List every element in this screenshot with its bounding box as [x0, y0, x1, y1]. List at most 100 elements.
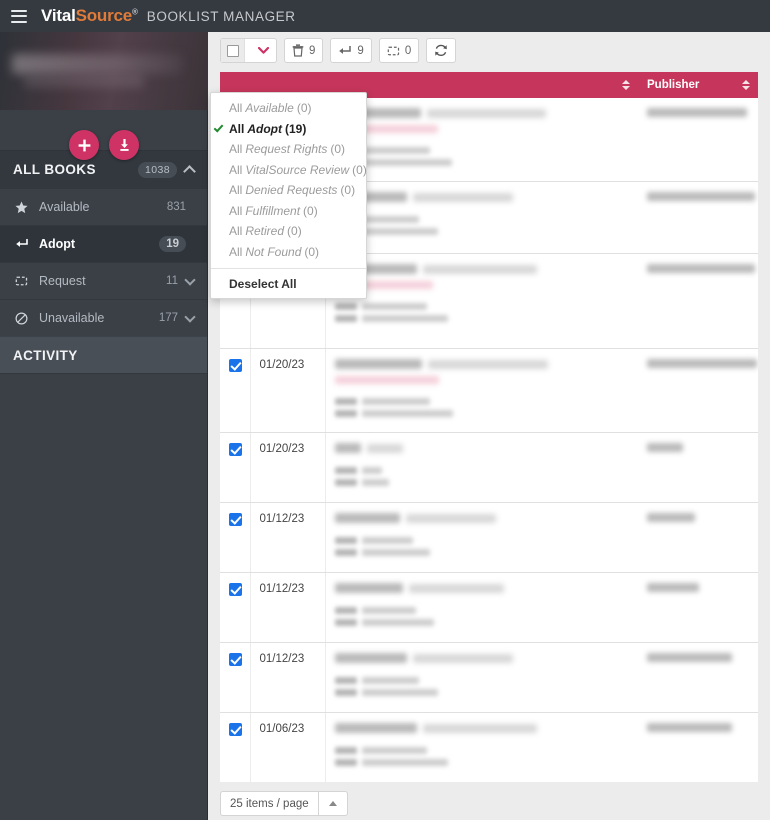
download-button[interactable]	[109, 130, 139, 160]
row-select-cell[interactable]	[220, 432, 251, 503]
row-title-cell[interactable]	[325, 642, 638, 713]
dropdown-item-retired[interactable]: All Retired (0)	[211, 221, 366, 242]
table-row[interactable]: 01/06/23	[220, 712, 758, 782]
request-icon	[13, 275, 30, 287]
row-publisher-redacted	[647, 583, 699, 592]
request-selected-button[interactable]: 0	[378, 38, 420, 63]
sidebar-item-adopt[interactable]: Adopt 19	[0, 225, 207, 262]
dropdown-item-prefix: All	[229, 121, 245, 136]
row-checkbox[interactable]	[229, 583, 242, 596]
row-publisher-redacted	[647, 723, 732, 732]
row-subtitle-redacted	[427, 359, 548, 369]
row-select-cell[interactable]	[220, 712, 251, 782]
institution-name-redacted	[12, 54, 182, 74]
delete-selected-button[interactable]: 9	[284, 38, 324, 63]
table-row[interactable]: 01/20/23	[220, 432, 758, 503]
checkbox-empty-icon[interactable]	[221, 39, 245, 62]
chevron-up-icon[interactable]	[183, 165, 196, 178]
chevron-down-icon[interactable]	[184, 310, 196, 323]
row-metadata-redacted	[334, 398, 630, 417]
dropdown-item-fulfillment[interactable]: All Fulfillment (0)	[211, 201, 366, 222]
row-date: 01/20/23	[259, 443, 305, 455]
dropdown-item-available[interactable]: All Available (0)	[211, 98, 366, 119]
row-checkbox[interactable]	[229, 359, 242, 372]
sidebar-item-count: 11	[166, 275, 178, 287]
select-all-dropdown-menu: All Available (0) All Adopt (19) All Request Ri…	[210, 92, 367, 299]
row-publisher-cell	[638, 642, 758, 713]
row-title-cell[interactable]	[325, 432, 638, 503]
row-title-cell[interactable]	[325, 181, 638, 254]
sidebar-item-count: 831	[166, 201, 186, 213]
brand-primary-text: Vital	[41, 6, 76, 25]
row-title-cell[interactable]	[325, 712, 638, 782]
activity-label: ACTIVITY	[13, 347, 78, 363]
hamburger-icon[interactable]	[11, 9, 27, 23]
refresh-icon	[435, 44, 448, 57]
dropdown-item-name: Denied Requests	[245, 183, 338, 198]
row-title-cell[interactable]	[325, 348, 638, 433]
sidebar-item-available[interactable]: Available 831	[0, 188, 207, 225]
items-per-page-button[interactable]: 25 items / page	[220, 791, 318, 816]
sidebar-section-activity[interactable]: ACTIVITY	[0, 336, 207, 374]
column-header-title[interactable]	[325, 72, 638, 98]
sort-toggle-title[interactable]	[622, 80, 630, 90]
dropdown-item-prefix: All	[229, 244, 243, 259]
dropdown-item-denied-requests[interactable]: All Denied Requests (0)	[211, 180, 366, 201]
row-subtitle-redacted	[405, 513, 496, 523]
dropdown-item-count: (0)	[304, 244, 320, 259]
dropdown-item-prefix: All	[229, 224, 243, 239]
sort-toggle-publisher[interactable]	[742, 80, 750, 90]
row-select-cell[interactable]	[220, 572, 251, 643]
dropdown-item-not-found[interactable]: All Not Found (0)	[211, 242, 366, 263]
row-publisher-cell	[638, 181, 758, 254]
row-publisher-cell	[638, 348, 758, 433]
table-row[interactable]: 01/12/23	[220, 572, 758, 643]
column-header-publisher[interactable]: Publisher	[638, 72, 758, 98]
row-title-cell[interactable]	[325, 502, 638, 573]
sidebar-item-request[interactable]: Request 11	[0, 262, 207, 299]
all-books-count: 1038	[138, 161, 177, 178]
dropdown-item-adopt[interactable]: All Adopt (19)	[211, 119, 366, 140]
row-checkbox[interactable]	[229, 443, 242, 456]
table-row[interactable]: 01/20/23	[220, 348, 758, 433]
add-book-button[interactable]	[69, 130, 99, 160]
row-title-redacted	[334, 359, 422, 369]
dropdown-item-count: (19)	[285, 121, 307, 136]
adopt-selected-button[interactable]: 9	[330, 38, 372, 63]
row-subtitle-redacted	[412, 192, 513, 202]
items-per-page-chevron-button[interactable]	[317, 791, 348, 816]
row-title-cell[interactable]	[325, 253, 638, 349]
chevron-down-icon[interactable]	[184, 273, 196, 286]
row-publisher-cell	[638, 502, 758, 573]
delete-count: 9	[309, 44, 316, 57]
sidebar-action-buttons	[0, 130, 208, 160]
refresh-button[interactable]	[426, 38, 457, 63]
select-all-dropdown-button[interactable]	[220, 38, 277, 63]
deselect-all-menu-item[interactable]: Deselect All	[211, 273, 366, 295]
chevron-down-icon[interactable]	[250, 39, 276, 62]
table-row[interactable]: 01/12/23	[220, 642, 758, 713]
row-checkbox[interactable]	[229, 653, 242, 666]
row-metadata-redacted	[334, 216, 630, 235]
row-title-cell[interactable]	[325, 572, 638, 643]
dropdown-item-name: Request Rights	[245, 142, 328, 157]
row-publisher-cell	[638, 712, 758, 782]
row-subtitle-redacted	[366, 443, 403, 453]
row-select-cell[interactable]	[220, 502, 251, 573]
dropdown-item-vitalsource-review[interactable]: All VitalSource Review (0)	[211, 160, 367, 181]
star-icon	[13, 200, 30, 214]
row-select-cell[interactable]	[220, 348, 251, 433]
row-checkbox[interactable]	[229, 513, 242, 526]
row-date-cell: 01/20/23	[250, 432, 326, 503]
table-row[interactable]: 01/12/23	[220, 502, 758, 573]
vitalsource-logo[interactable]: VitalSource®	[41, 6, 138, 26]
row-select-cell[interactable]	[220, 642, 251, 713]
row-checkbox[interactable]	[229, 723, 242, 736]
dropdown-item-prefix: All	[229, 183, 243, 198]
institution-banner	[0, 32, 208, 110]
dropdown-item-request-rights[interactable]: All Request Rights (0)	[211, 139, 366, 160]
sidebar-item-unavailable[interactable]: Unavailable 177	[0, 299, 207, 336]
active-indicator	[0, 225, 7, 239]
row-title-cell[interactable]	[325, 98, 638, 182]
adopt-arrow-icon	[13, 238, 30, 250]
